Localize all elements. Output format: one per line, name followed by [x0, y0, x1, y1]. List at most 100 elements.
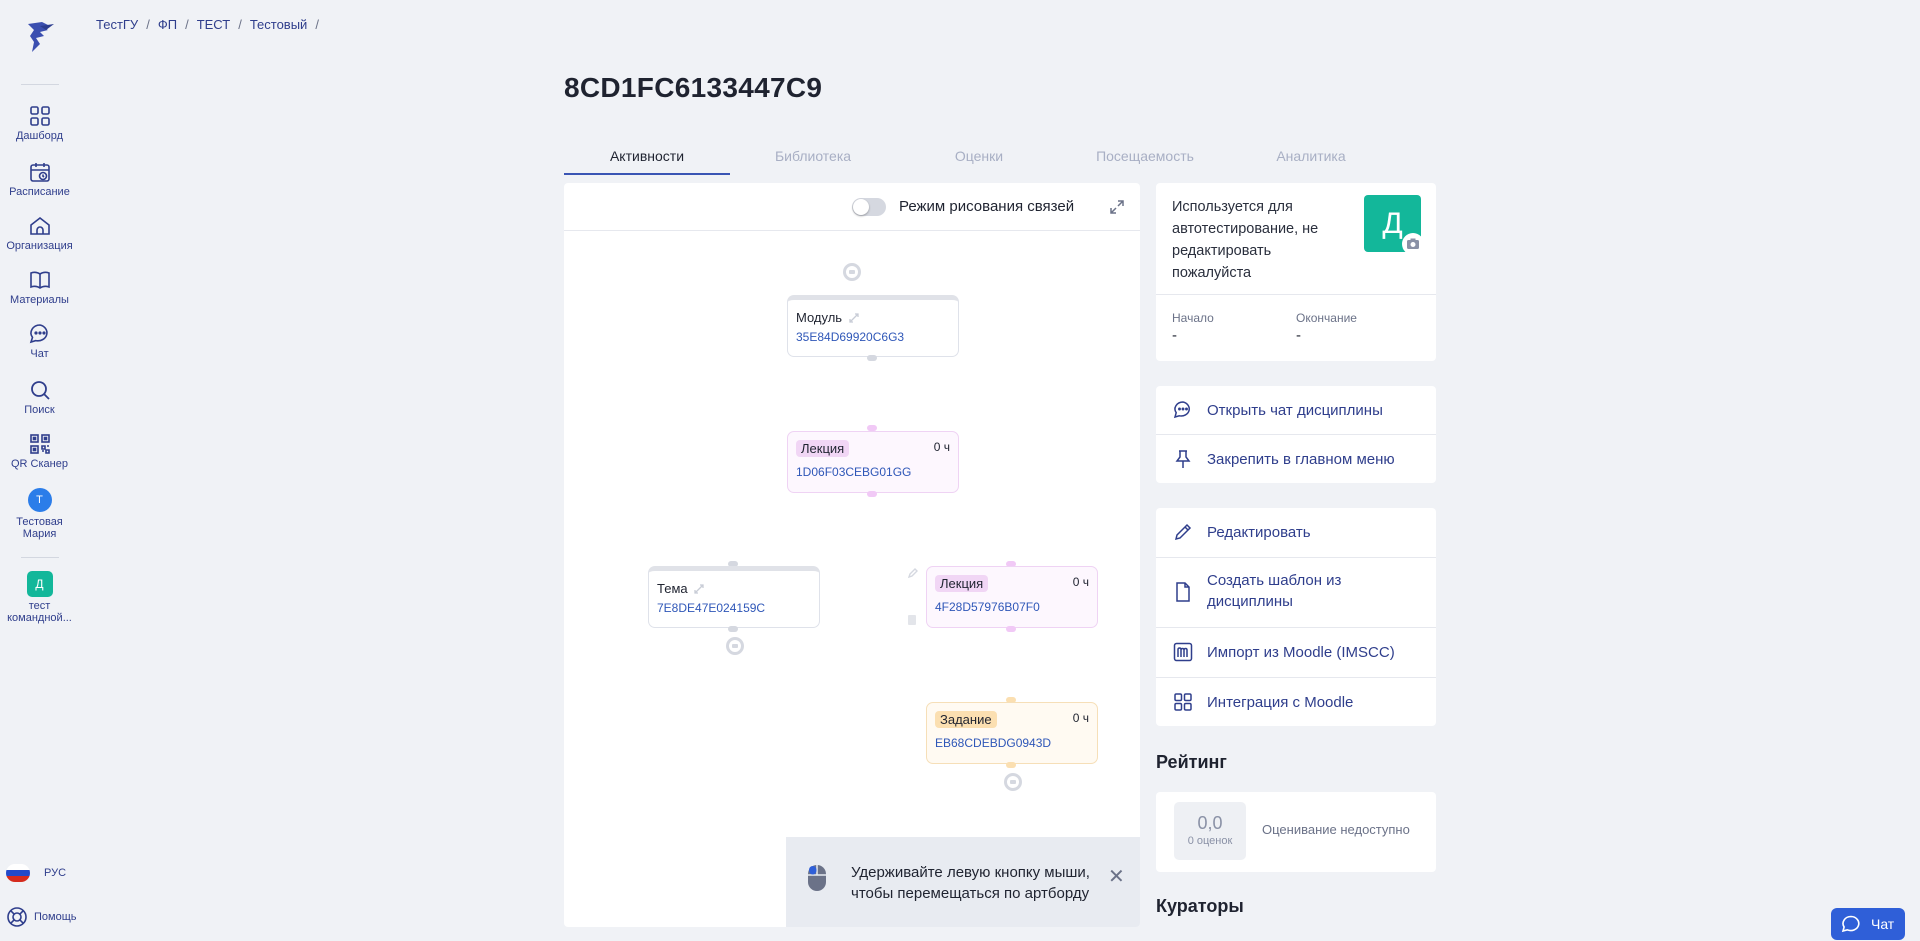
rating-count: 0 оценок	[1187, 835, 1233, 847]
tab-library[interactable]: Библиотека	[730, 145, 896, 175]
node-topic[interactable]: Тема 7E8DE47E024159C	[648, 566, 820, 628]
sidebar-item-dashboard[interactable]: Дашборд	[0, 104, 79, 142]
search-icon	[30, 381, 50, 400]
workspace-avatar: Д	[26, 571, 53, 597]
camera-button[interactable]	[1402, 233, 1424, 255]
close-icon[interactable]: ✕	[1108, 864, 1125, 889]
action-label-line: Создать шаблон из	[1207, 572, 1342, 589]
sidebar-item-chat[interactable]: Чат	[0, 322, 79, 360]
moodle-icon	[1173, 642, 1193, 662]
sidebar-item-materials[interactable]: Материалы	[0, 268, 79, 306]
node-code[interactable]: 35E84D69920C6G3	[796, 330, 904, 344]
russian-flag-icon	[6, 864, 30, 882]
sidebar-item-label: QR Сканер	[11, 458, 68, 470]
node-task[interactable]: Задание 0 ч EB68CDEBDG0943D	[926, 702, 1098, 764]
node-module[interactable]: Модуль 35E84D69920C6G3	[787, 295, 959, 357]
chat-button[interactable]: Чат	[1831, 908, 1905, 940]
action-label: Открыть чат дисциплины	[1207, 402, 1383, 419]
tab-attendance[interactable]: Посещаемость	[1062, 145, 1228, 175]
action-label: Закрепить в главном меню	[1207, 451, 1395, 468]
discipline-info-card: Используется для автотестирование, не ре…	[1156, 183, 1436, 361]
link-icon[interactable]	[848, 312, 860, 324]
breadcrumb-item[interactable]: ТЕСТ	[197, 17, 231, 32]
expand-icon[interactable]	[1108, 198, 1126, 216]
action-label: Импорт из Moodle (IMSCC)	[1207, 644, 1395, 661]
breadcrumb-separator: /	[185, 17, 189, 32]
discipline-actions-card: Открыть чат дисциплины Закрепить в главн…	[1156, 386, 1436, 483]
node-port[interactable]	[1004, 773, 1022, 791]
sidebar-divider	[21, 557, 59, 558]
sidebar-item-label: Дашборд	[15, 130, 64, 142]
node-lecture[interactable]: Лекция 0 ч 4F28D57976B07F0	[926, 566, 1098, 628]
node-port[interactable]	[843, 263, 861, 281]
camera-icon	[1407, 238, 1419, 249]
action-label: Интеграция с Moodle	[1207, 694, 1354, 711]
node-code[interactable]: 7E8DE47E024159C	[657, 601, 765, 615]
help-button[interactable]: Помощь	[6, 906, 77, 928]
node-pin	[728, 626, 738, 632]
rating-heading: Рейтинг	[1156, 752, 1227, 772]
breadcrumb-item[interactable]: ТестГУ	[96, 17, 138, 32]
discipline-manage-card: Редактировать Создать шаблон из дисциплин…	[1156, 508, 1436, 726]
action-label: Редактировать	[1207, 524, 1311, 541]
logo-icon[interactable]	[20, 18, 58, 56]
document-icon	[1176, 582, 1190, 602]
dashboard-icon	[29, 106, 50, 126]
sidebar-item-label: Поиск	[24, 404, 55, 416]
hint-toast: Удерживайте левую кнопку мыши, чтобы пер…	[786, 837, 1140, 927]
divider	[1156, 294, 1436, 295]
sidebar-item-schedule[interactable]: Расписание	[0, 160, 79, 198]
node-code[interactable]: 1D06F03CEBG01GG	[796, 465, 911, 479]
node-lecture[interactable]: Лекция 0 ч 1D06F03CEBG01GG	[787, 431, 959, 493]
rating-score: 0,0	[1197, 813, 1223, 833]
sidebar-item-search[interactable]: Поиск	[0, 378, 79, 416]
help-label: Помощь	[34, 911, 77, 923]
import-moodle-button[interactable]: Импорт из Moodle (IMSCC)	[1156, 628, 1436, 677]
node-title: Тема	[657, 581, 688, 596]
toggle-knob	[853, 199, 869, 215]
node-code[interactable]: 4F28D57976B07F0	[935, 600, 1040, 614]
edit-button[interactable]: Редактировать	[1156, 508, 1436, 557]
pin-to-menu-button[interactable]: Закрепить в главном меню	[1156, 435, 1436, 483]
node-pin	[1006, 762, 1016, 768]
pin-icon	[1175, 450, 1191, 468]
node-type-badge: Задание	[935, 711, 997, 728]
breadcrumb-item[interactable]: ФП	[158, 17, 177, 32]
moodle-integration-button[interactable]: Интеграция с Moodle	[1156, 678, 1436, 726]
mouse-icon	[808, 865, 826, 891]
pencil-icon	[1174, 523, 1192, 541]
breadcrumb-separator: /	[315, 17, 319, 32]
rating-card: 0,0 0 оценок Оценивание недоступно	[1156, 792, 1436, 872]
sidebar-user-profile[interactable]: Т Тестовая Мария	[0, 488, 79, 540]
sidebar-item-organization[interactable]: Организация	[0, 214, 79, 252]
lifebuoy-icon	[7, 907, 27, 927]
tab-activities[interactable]: Активности	[564, 145, 730, 175]
sidebar-item-qr-scanner[interactable]: QR Сканер	[0, 432, 79, 470]
handle-icon[interactable]	[908, 615, 916, 625]
schedule-icon	[29, 163, 50, 182]
workspace-name-line2: командной...	[7, 612, 72, 624]
page-title: 8CD1FC6133447C9	[564, 72, 823, 103]
breadcrumb: ТестГУ / ФП / ТЕСТ / Тестовый /	[96, 17, 319, 32]
node-hours: 0 ч	[933, 440, 950, 454]
link-icon[interactable]	[693, 583, 705, 595]
create-template-button[interactable]: Создать шаблон из дисциплины	[1156, 558, 1436, 627]
organization-icon	[29, 216, 50, 235]
chat-icon	[29, 324, 48, 344]
pencil-icon[interactable]	[907, 567, 919, 579]
book-icon	[29, 271, 50, 289]
qr-icon	[29, 434, 50, 454]
tab-grades[interactable]: Оценки	[896, 145, 1062, 175]
language-switcher[interactable]: РУС	[6, 864, 66, 882]
sidebar-workspace[interactable]: Д тест командной...	[0, 571, 79, 624]
node-pin	[1006, 626, 1016, 632]
end-label: Окончание	[1296, 311, 1357, 325]
link-drawing-toggle[interactable]	[852, 198, 886, 216]
breadcrumb-item[interactable]: Тестовый	[250, 17, 308, 32]
node-port[interactable]	[726, 637, 744, 655]
open-chat-button[interactable]: Открыть чат дисциплины	[1156, 386, 1436, 434]
user-name-line1: Тестовая	[16, 516, 63, 528]
node-code[interactable]: EB68CDEBDG0943D	[935, 736, 1051, 750]
tab-analytics[interactable]: Аналитика	[1228, 145, 1394, 175]
artboard[interactable]: Режим рисования связей Модуль 35E84D6992…	[564, 183, 1140, 927]
